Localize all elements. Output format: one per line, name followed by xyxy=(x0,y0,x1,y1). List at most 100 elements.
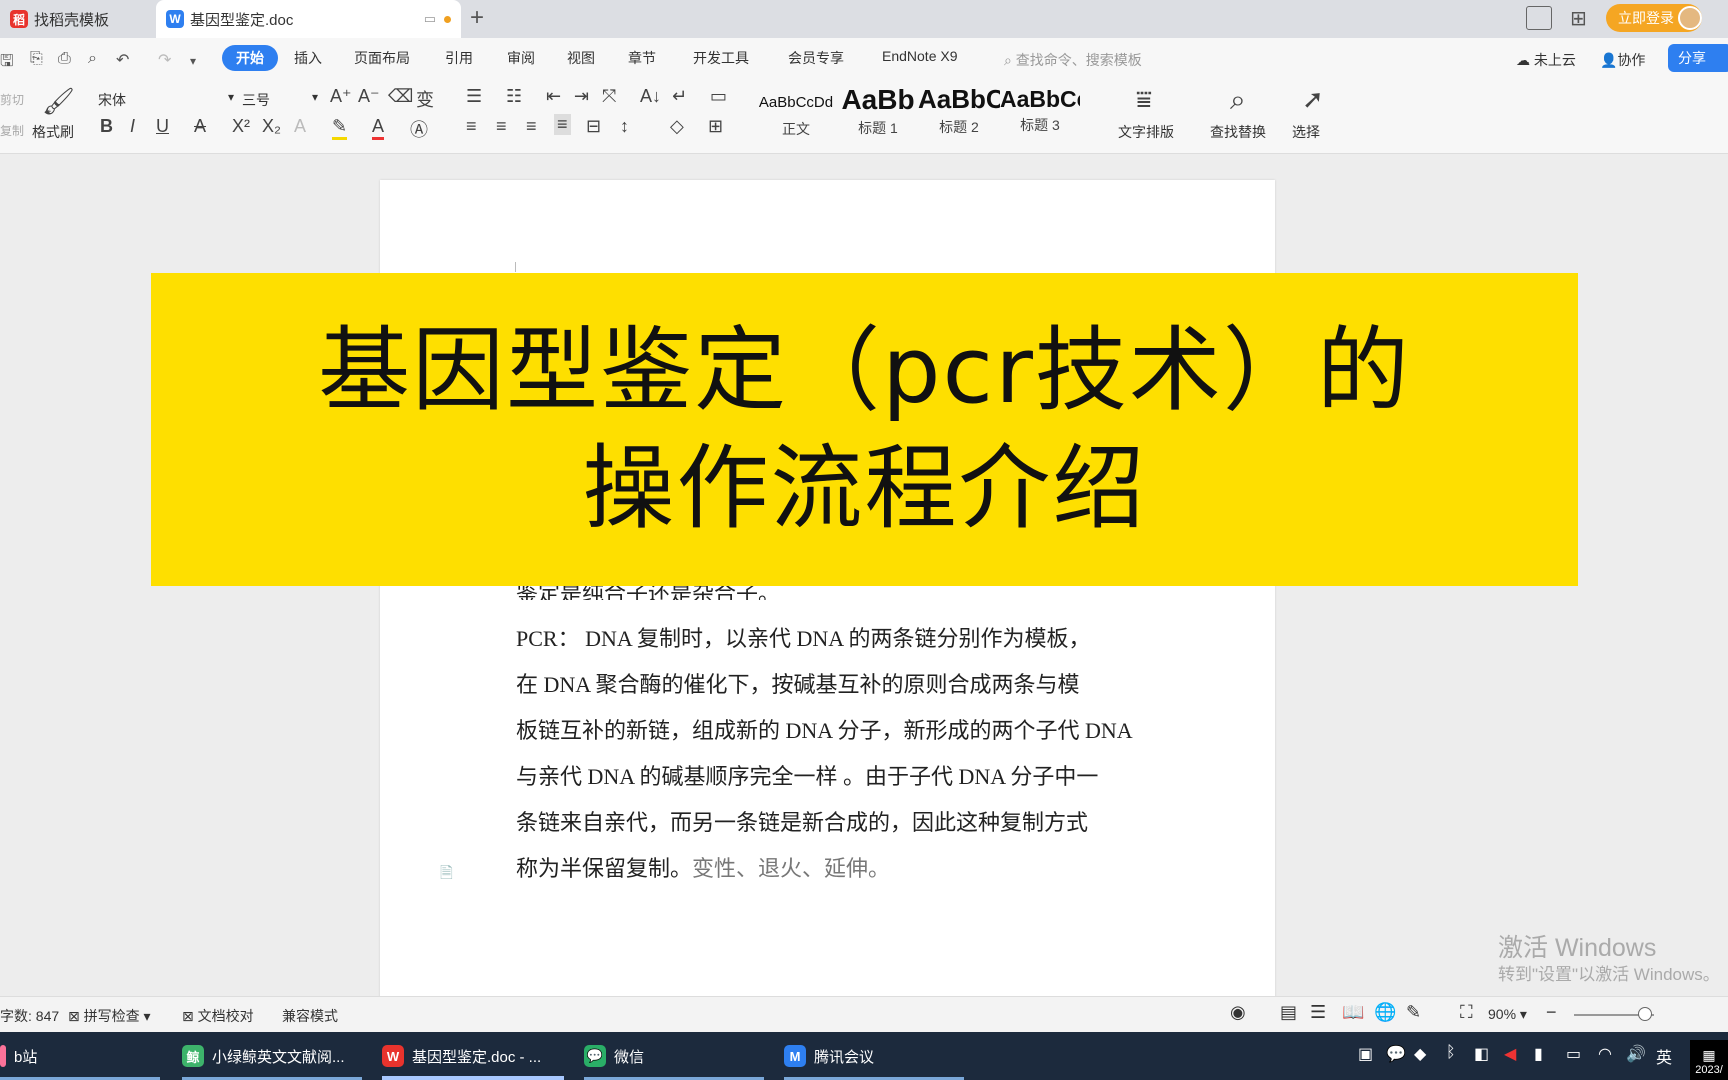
tab-review[interactable]: 审阅 xyxy=(507,48,535,68)
tab-chapter[interactable]: 章节 xyxy=(628,48,656,68)
text-effect-icon[interactable]: A xyxy=(294,116,306,137)
mic-icon[interactable]: ▮ xyxy=(1534,1044,1543,1064)
bold-icon[interactable]: B xyxy=(100,116,113,137)
taskbar-app-wechat[interactable]: 💬 微信 xyxy=(584,1032,764,1080)
taskbar-app-literature[interactable]: 鲸 小绿鲸英文文献阅... xyxy=(182,1032,362,1080)
highlight-icon[interactable]: ✎ xyxy=(332,116,348,140)
chevron-down-icon[interactable]: ▾ xyxy=(228,90,234,104)
paragraph-handle-icon[interactable]: 🗎 xyxy=(440,862,453,889)
bullet-list-icon[interactable]: ☰ xyxy=(466,86,482,107)
tray-meeting-icon[interactable]: ▣ xyxy=(1358,1044,1373,1064)
outline-view-icon[interactable]: ☰ xyxy=(1310,1002,1326,1023)
fit-page-icon[interactable]: ⛶ xyxy=(1460,1002,1473,1023)
decrease-indent-icon[interactable]: ⇤ xyxy=(546,86,561,107)
number-list-icon[interactable]: ☷ xyxy=(506,86,522,107)
taskbar-app-bilibili[interactable]: b站 xyxy=(0,1032,160,1080)
align-center-icon[interactable]: ≡ xyxy=(496,116,507,137)
tab-document[interactable]: W 基因型鉴定.doc ▭ xyxy=(156,0,461,38)
zoom-out-icon[interactable]: − xyxy=(1546,1002,1557,1023)
taskbar-app-meeting[interactable]: M 腾讯会议 xyxy=(784,1032,964,1080)
share-button[interactable]: 分享 xyxy=(1668,44,1728,72)
new-tab-icon[interactable]: + xyxy=(470,4,484,32)
eraser-icon[interactable]: ⌫ xyxy=(388,86,413,107)
text-direction-icon[interactable]: ⤧ xyxy=(602,86,616,107)
spell-check-button[interactable]: ⊠ 拼写检查 ▾ xyxy=(68,1006,151,1026)
italic-icon[interactable]: I xyxy=(130,116,135,137)
style-heading-2[interactable]: AaBbC 标题 2 xyxy=(918,84,1000,138)
speaker-alert-icon[interactable]: ◀ xyxy=(1504,1044,1516,1064)
bluetooth-icon[interactable]: ᛒ xyxy=(1446,1044,1456,1062)
tab-developer[interactable]: 开发工具 xyxy=(693,48,749,68)
subscript-icon[interactable]: X₂ xyxy=(262,116,281,137)
zoom-slider-thumb[interactable] xyxy=(1638,1007,1652,1021)
print-icon[interactable]: ⎙ xyxy=(58,50,71,68)
shrink-font-icon[interactable]: A⁻ xyxy=(358,86,380,107)
sort-icon[interactable]: A↓ xyxy=(640,86,661,107)
word-count[interactable]: 字数: 847 xyxy=(0,1006,59,1026)
shading-icon[interactable]: ◇ xyxy=(670,116,684,137)
wifi-icon[interactable]: ◠ xyxy=(1598,1044,1612,1064)
char-border-icon[interactable]: Ⓐ xyxy=(410,116,428,142)
cloud-status[interactable]: ☁ 未上云 xyxy=(1516,50,1576,70)
tray-wechat-icon[interactable]: 💬 xyxy=(1386,1044,1406,1064)
preview-icon[interactable]: ⌕ xyxy=(88,50,97,68)
export-icon[interactable]: ⎘ xyxy=(30,50,43,68)
save-icon[interactable]: 🖫 xyxy=(0,50,14,77)
command-search[interactable]: ⌕ 查找命令、搜索模板 xyxy=(1004,50,1142,70)
web-view-icon[interactable]: 🌐 xyxy=(1374,1002,1396,1023)
monitor-icon[interactable]: ▭ xyxy=(424,11,436,27)
font-name-select[interactable]: 宋体 xyxy=(98,90,126,110)
collab-button[interactable]: 👤协作 xyxy=(1600,50,1645,70)
format-painter-button[interactable]: 格式刷 xyxy=(32,122,74,142)
avatar[interactable] xyxy=(1678,6,1702,30)
style-heading-3[interactable]: AaBbCc 标题 3 xyxy=(1000,84,1080,138)
doc-proof-button[interactable]: ⊠ 文档校对 xyxy=(182,1006,254,1026)
redo-icon[interactable]: ↷ xyxy=(158,50,171,70)
paragraph-mark-icon[interactable]: ↵ xyxy=(672,86,687,107)
taskbar-app-wps[interactable]: W 基因型鉴定.doc - ... xyxy=(382,1032,564,1080)
tab-page-layout[interactable]: 页面布局 xyxy=(354,48,410,68)
clock[interactable]: ▦ 2023/ xyxy=(1690,1040,1728,1080)
zoom-level[interactable]: 90% ▾ xyxy=(1488,1006,1527,1023)
paint-brush-icon[interactable]: 🖌 xyxy=(42,86,75,117)
align-left-icon[interactable]: ≡ xyxy=(466,116,477,137)
find-replace-button[interactable]: 查找替换 xyxy=(1210,122,1266,142)
underline-icon[interactable]: U xyxy=(156,116,169,137)
superscript-icon[interactable]: X² xyxy=(232,116,250,137)
border-icon[interactable]: ⊞ xyxy=(708,116,723,137)
tab-member[interactable]: 会员专享 xyxy=(788,48,844,68)
cut-button[interactable]: 剪切 xyxy=(0,91,24,108)
select-button[interactable]: 选择 xyxy=(1292,122,1320,142)
style-heading-1[interactable]: AaBb 标题 1 xyxy=(838,84,918,138)
chevron-down-icon[interactable]: ▾ xyxy=(312,90,318,104)
reading-view-icon[interactable]: 📖 xyxy=(1342,1002,1364,1023)
grow-font-icon[interactable]: A⁺ xyxy=(330,86,352,107)
nvidia-icon[interactable]: ◧ xyxy=(1474,1044,1489,1064)
style-normal[interactable]: AaBbCcDd 正文 xyxy=(756,84,836,138)
ruler-icon[interactable]: ▭ xyxy=(710,86,727,107)
page-view-icon[interactable]: ▤ xyxy=(1280,1002,1297,1023)
chevron-down-icon[interactable]: ▾ xyxy=(190,54,196,68)
tray-whale-icon[interactable]: ◆ xyxy=(1414,1044,1426,1064)
phonetic-icon[interactable]: 变 xyxy=(416,86,434,112)
grid-icon[interactable]: ⊞ xyxy=(1570,6,1587,31)
text-layout-button[interactable]: 文字排版 xyxy=(1118,122,1174,142)
pen-icon[interactable]: ✎ xyxy=(1406,1002,1421,1023)
volume-icon[interactable]: 🔊 xyxy=(1626,1044,1646,1064)
tab-references[interactable]: 引用 xyxy=(445,48,473,68)
copy-button[interactable]: 复制 xyxy=(0,122,24,139)
undo-icon[interactable]: ↶ xyxy=(116,50,129,70)
tab-docer[interactable]: 稻 找稻壳模板 xyxy=(0,0,150,38)
eye-icon[interactable]: ◉ xyxy=(1230,1002,1246,1023)
tab-insert[interactable]: 插入 xyxy=(294,48,322,68)
strikethrough-icon[interactable]: A xyxy=(194,116,206,137)
tab-view[interactable]: 视图 xyxy=(567,48,595,68)
ime-indicator[interactable]: 英 xyxy=(1656,1044,1672,1068)
tab-endnote[interactable]: EndNote X9 xyxy=(882,48,958,64)
distribute-icon[interactable]: ⊟ xyxy=(586,116,601,137)
battery-icon[interactable]: ▭ xyxy=(1566,1044,1581,1064)
layout-icon[interactable] xyxy=(1526,6,1552,30)
font-size-select[interactable]: 三号 xyxy=(242,90,270,110)
increase-indent-icon[interactable]: ⇥ xyxy=(574,86,589,107)
justify-icon[interactable]: ≡ xyxy=(554,114,571,135)
